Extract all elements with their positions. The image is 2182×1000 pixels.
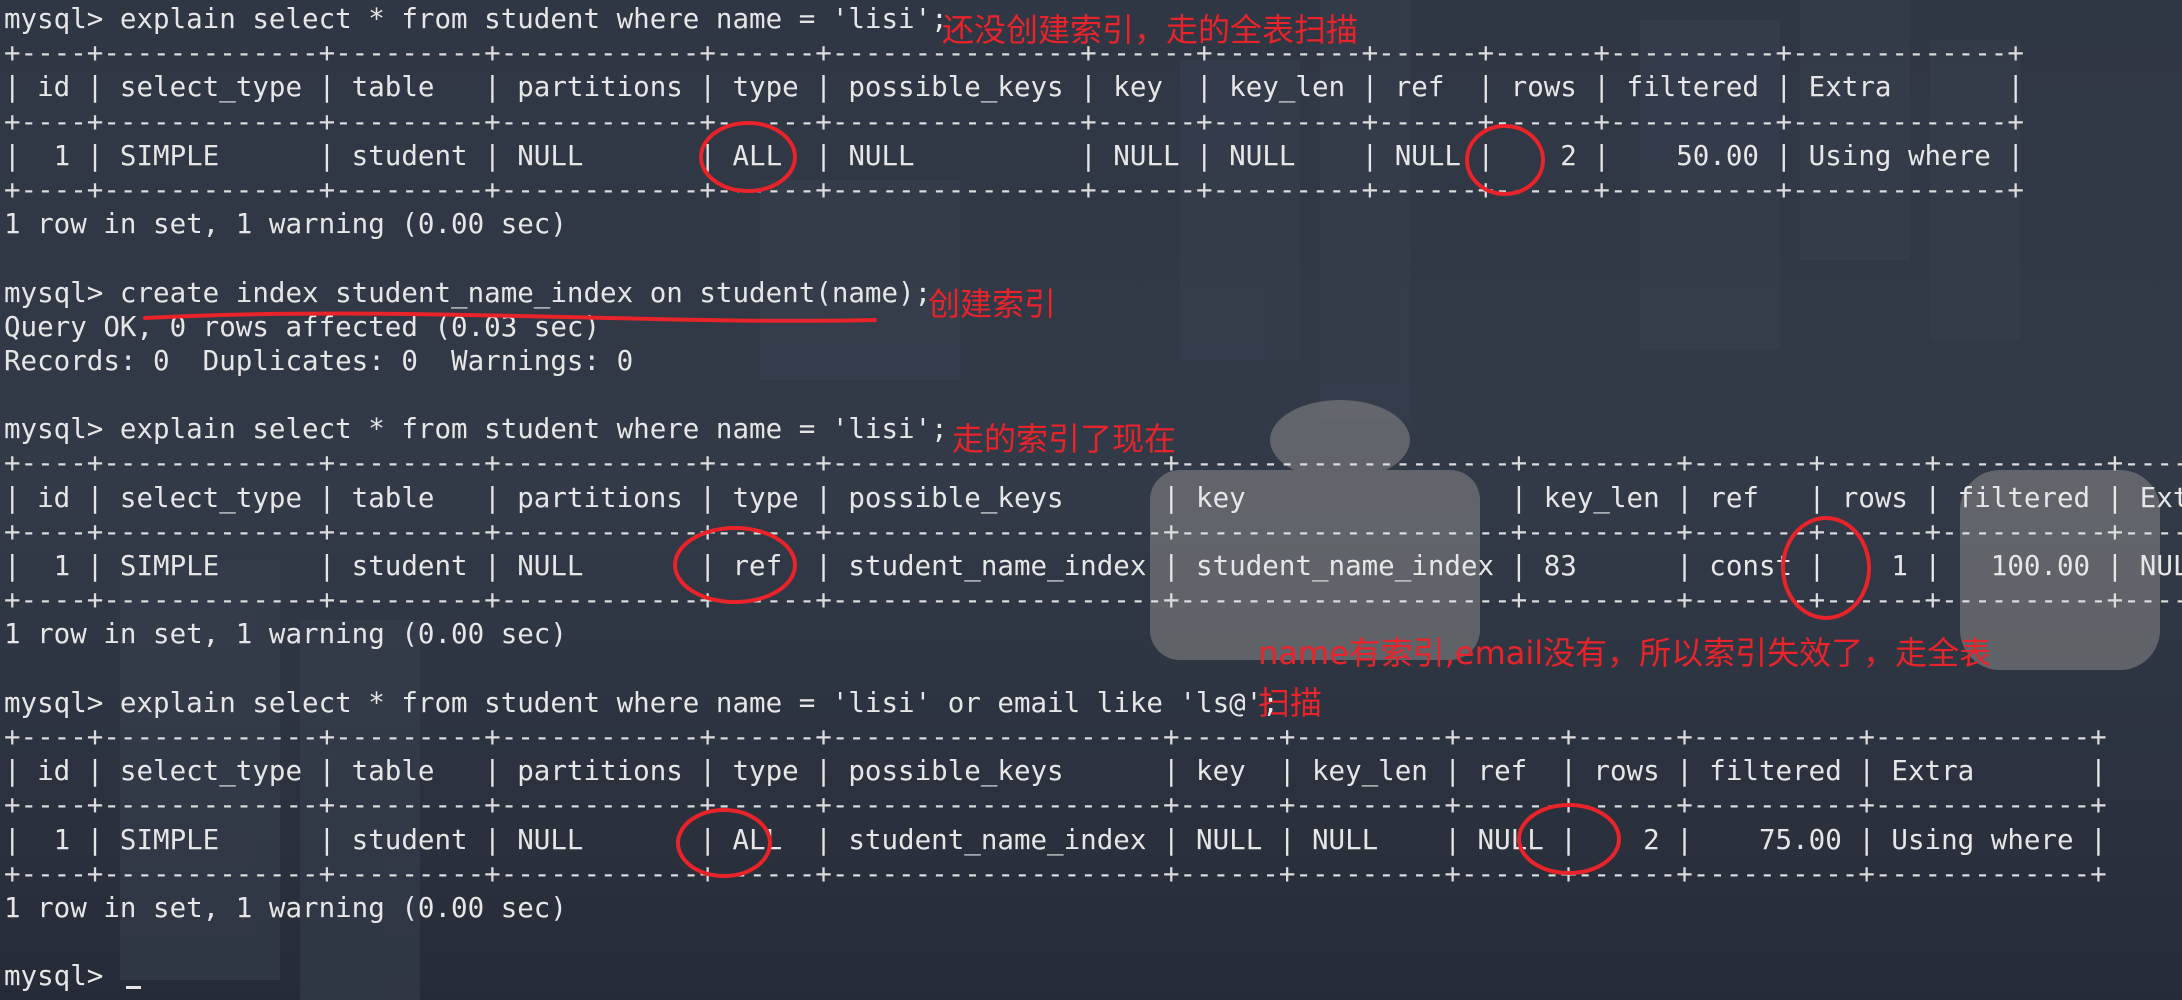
table-border-line: +----+-------------+---------+----------… xyxy=(4,584,2182,617)
output-line: 1 row in set, 1 warning (0.00 sec) xyxy=(4,208,567,241)
prompt-line[interactable]: mysql> xyxy=(4,959,2182,993)
table-border-line: +----+-------------+---------+----------… xyxy=(4,173,2024,206)
table-row: | 1 | SIMPLE | student | NULL | ALL | NU… xyxy=(4,139,2024,172)
prompt-text: mysql> xyxy=(4,960,120,993)
table-row: | id | select_type | table | partitions … xyxy=(4,71,2024,104)
table-border-line: +----+-------------+---------+----------… xyxy=(4,789,2107,822)
table-border-line: +----+-------------+---------+----------… xyxy=(4,105,2024,138)
text-cursor xyxy=(125,986,141,990)
table-row: | id | select_type | table | partitions … xyxy=(4,755,2107,788)
table-border-line: +----+-------------+---------+----------… xyxy=(4,720,2107,753)
output-line: Query OK, 0 rows affected (0.03 sec) xyxy=(4,310,601,343)
output-line: Records: 0 Duplicates: 0 Warnings: 0 xyxy=(4,344,634,377)
table-row: | id | select_type | table | partitions … xyxy=(4,481,2182,514)
terminal-output: mysql> explain select * from student whe… xyxy=(4,2,2182,993)
command-line: mysql> explain select * from student whe… xyxy=(4,686,1279,719)
output-line: 1 row in set, 1 warning (0.00 sec) xyxy=(4,891,567,924)
table-border-line: +----+-------------+---------+----------… xyxy=(4,515,2182,548)
annotation-create-index: 创建索引 xyxy=(928,285,1057,323)
table-border-line: +----+-------------+---------+----------… xyxy=(4,857,2107,890)
annotation-no-index: 还没创建索引，走的全表扫描 xyxy=(942,11,1359,49)
command-line: mysql> create index student_name_index o… xyxy=(4,276,932,309)
table-row: | 1 | SIMPLE | student | NULL | ref | st… xyxy=(4,550,2182,582)
annotation-index-invalid-line1: name有索引,email没有，所以索引失效了，走全表 xyxy=(1258,634,1992,672)
annotation-index-invalid-line2: 扫描 xyxy=(1258,684,1323,722)
table-row: | 1 | SIMPLE | student | NULL | ALL | st… xyxy=(4,823,2107,856)
annotation-using-index: 走的索引了现在 xyxy=(952,420,1177,458)
